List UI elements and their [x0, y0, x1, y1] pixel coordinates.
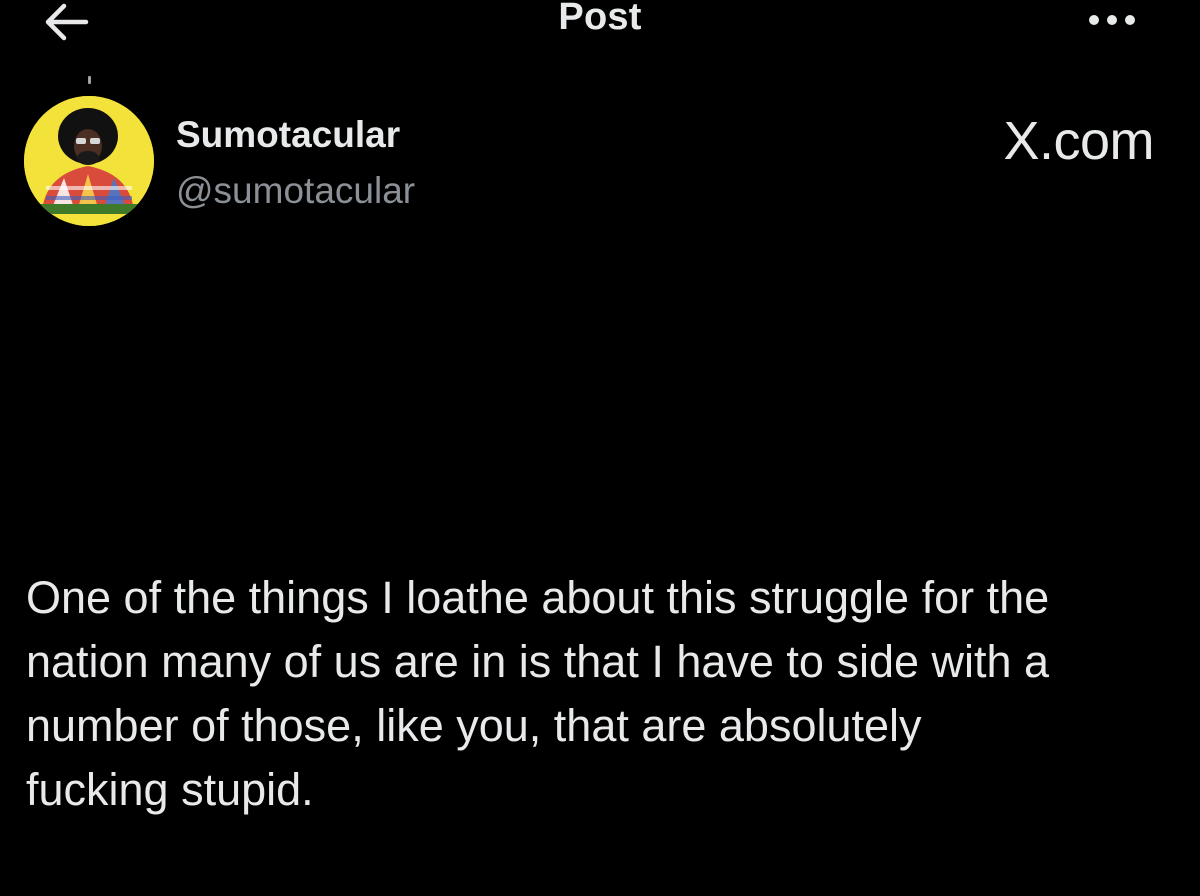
- page-title: Post: [558, 0, 642, 38]
- author-handle[interactable]: @sumotacular: [176, 170, 415, 212]
- avatar[interactable]: [24, 96, 154, 226]
- avatar-image: [24, 96, 154, 226]
- thread-connector: [88, 76, 91, 84]
- brand-watermark: X.com: [1003, 111, 1154, 171]
- post-text: One of the things I loathe about this st…: [26, 572, 1050, 815]
- top-bar: Post: [0, 0, 1200, 50]
- more-options-button[interactable]: [1080, 8, 1144, 32]
- author-display-name[interactable]: Sumotacular: [176, 114, 400, 156]
- more-horizontal-icon: [1089, 15, 1135, 25]
